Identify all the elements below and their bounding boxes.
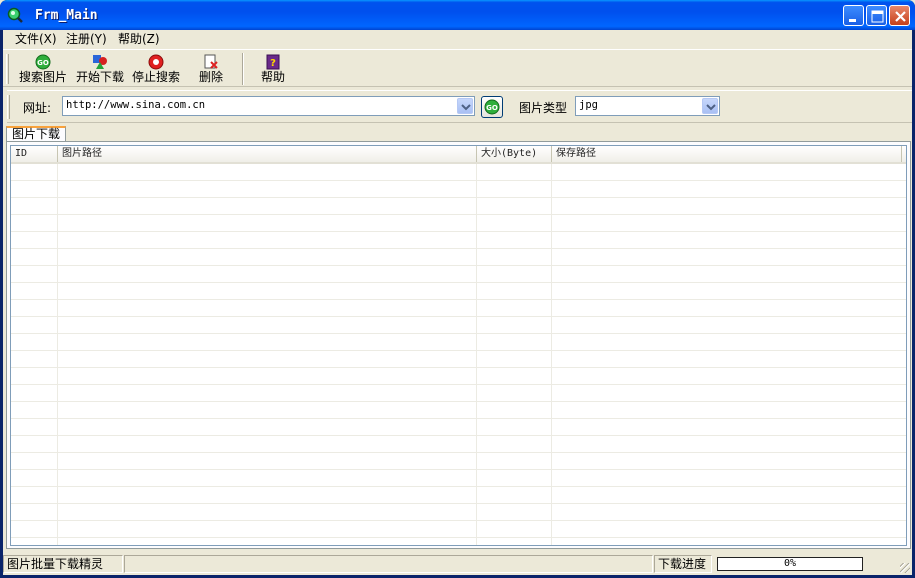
delete-button[interactable]: 删除 bbox=[193, 52, 229, 86]
column-header-id[interactable]: ID bbox=[11, 146, 58, 162]
toolbar-separator bbox=[242, 53, 244, 85]
image-type-dropdown-button[interactable] bbox=[702, 98, 718, 114]
table-body[interactable] bbox=[11, 164, 906, 545]
svg-text:?: ? bbox=[270, 58, 276, 69]
column-header-size[interactable]: 大小(Byte) bbox=[477, 146, 552, 162]
image-type-label: 图片类型 bbox=[519, 101, 568, 115]
app-window: Frm_Main 文件(X) 注册(Y) 帮助(Z) GO 搜索图片 开始下载 … bbox=[0, 0, 915, 578]
table-header: ID 图片路径 大小(Byte) 保存路径 bbox=[11, 146, 906, 164]
tab-strip: 图片下载 bbox=[3, 125, 912, 142]
chevron-down-icon bbox=[461, 104, 471, 111]
address-bar: 网址: http://www.sina.com.cn GO 图片类型 jpg bbox=[7, 90, 912, 123]
toolbar: GO 搜索图片 开始下载 停止搜索 删除 ? 帮助 bbox=[3, 49, 912, 87]
close-button[interactable] bbox=[889, 5, 910, 26]
delete-label: 删除 bbox=[198, 70, 223, 84]
client-area: 文件(X) 注册(Y) 帮助(Z) GO 搜索图片 开始下载 停止搜索 删除 ?… bbox=[3, 30, 912, 575]
url-label: 网址: bbox=[23, 101, 52, 115]
menu-register[interactable]: 注册(Y) bbox=[62, 31, 111, 47]
column-header-image-path[interactable]: 图片路径 bbox=[58, 146, 477, 162]
menu-help[interactable]: 帮助(Z) bbox=[114, 31, 164, 47]
menu-file[interactable]: 文件(X) bbox=[11, 31, 61, 47]
maximize-icon bbox=[871, 10, 884, 23]
delete-icon bbox=[204, 54, 218, 69]
stop-search-label: 停止搜索 bbox=[131, 70, 180, 84]
minimize-button[interactable] bbox=[843, 5, 864, 26]
minimize-icon bbox=[849, 19, 856, 22]
column-header-save-path[interactable]: 保存路径 bbox=[552, 146, 902, 162]
start-download-button[interactable]: 开始下载 bbox=[74, 52, 126, 86]
download-progress-bar: 0% bbox=[717, 557, 863, 571]
image-list-table[interactable]: ID 图片路径 大小(Byte) 保存路径 bbox=[10, 145, 907, 546]
column-gridline bbox=[476, 164, 477, 545]
help-label: 帮助 bbox=[260, 70, 285, 84]
svg-text:GO: GO bbox=[37, 59, 49, 67]
search-app-icon bbox=[7, 7, 23, 23]
go-button[interactable]: GO bbox=[481, 96, 503, 118]
url-combobox[interactable]: http://www.sina.com.cn bbox=[62, 96, 475, 116]
maximize-button[interactable] bbox=[866, 5, 887, 26]
shapes-icon bbox=[93, 55, 107, 69]
column-gridline bbox=[551, 164, 552, 545]
stop-search-button[interactable]: 停止搜索 bbox=[130, 52, 182, 86]
url-dropdown-button[interactable] bbox=[457, 98, 473, 114]
address-bar-grip[interactable] bbox=[7, 95, 10, 119]
help-button[interactable]: ? 帮助 bbox=[256, 52, 290, 86]
search-images-button[interactable]: GO 搜索图片 bbox=[17, 52, 69, 86]
image-type-value: jpg bbox=[579, 99, 598, 111]
stop-icon bbox=[148, 54, 164, 70]
close-icon bbox=[895, 11, 906, 22]
status-app-name: 图片批量下载精灵 bbox=[3, 555, 123, 573]
column-gridline bbox=[57, 164, 58, 545]
menu-bar: 文件(X) 注册(Y) 帮助(Z) bbox=[3, 30, 912, 48]
status-progress-label: 下载进度 bbox=[654, 555, 712, 573]
search-images-label: 搜索图片 bbox=[18, 70, 67, 84]
go-icon: GO bbox=[484, 99, 500, 115]
go-icon: GO bbox=[35, 54, 51, 70]
tab-panel: ID 图片路径 大小(Byte) 保存路径 bbox=[6, 141, 911, 549]
toolbar-grip[interactable] bbox=[6, 54, 9, 84]
help-book-icon: ? bbox=[266, 54, 280, 70]
start-download-label: 开始下载 bbox=[75, 70, 124, 84]
resize-grip[interactable] bbox=[900, 563, 910, 573]
svg-text:GO: GO bbox=[486, 104, 498, 112]
status-bar: 图片批量下载精灵 下载进度 0% bbox=[3, 553, 912, 575]
title-bar[interactable]: Frm_Main bbox=[0, 0, 915, 30]
tab-image-download[interactable]: 图片下载 bbox=[6, 126, 67, 142]
status-spacer bbox=[124, 555, 653, 573]
url-value: http://www.sina.com.cn bbox=[66, 99, 206, 111]
chevron-down-icon bbox=[706, 104, 716, 111]
image-type-select[interactable]: jpg bbox=[575, 96, 720, 116]
window-title: Frm_Main bbox=[35, 8, 98, 23]
